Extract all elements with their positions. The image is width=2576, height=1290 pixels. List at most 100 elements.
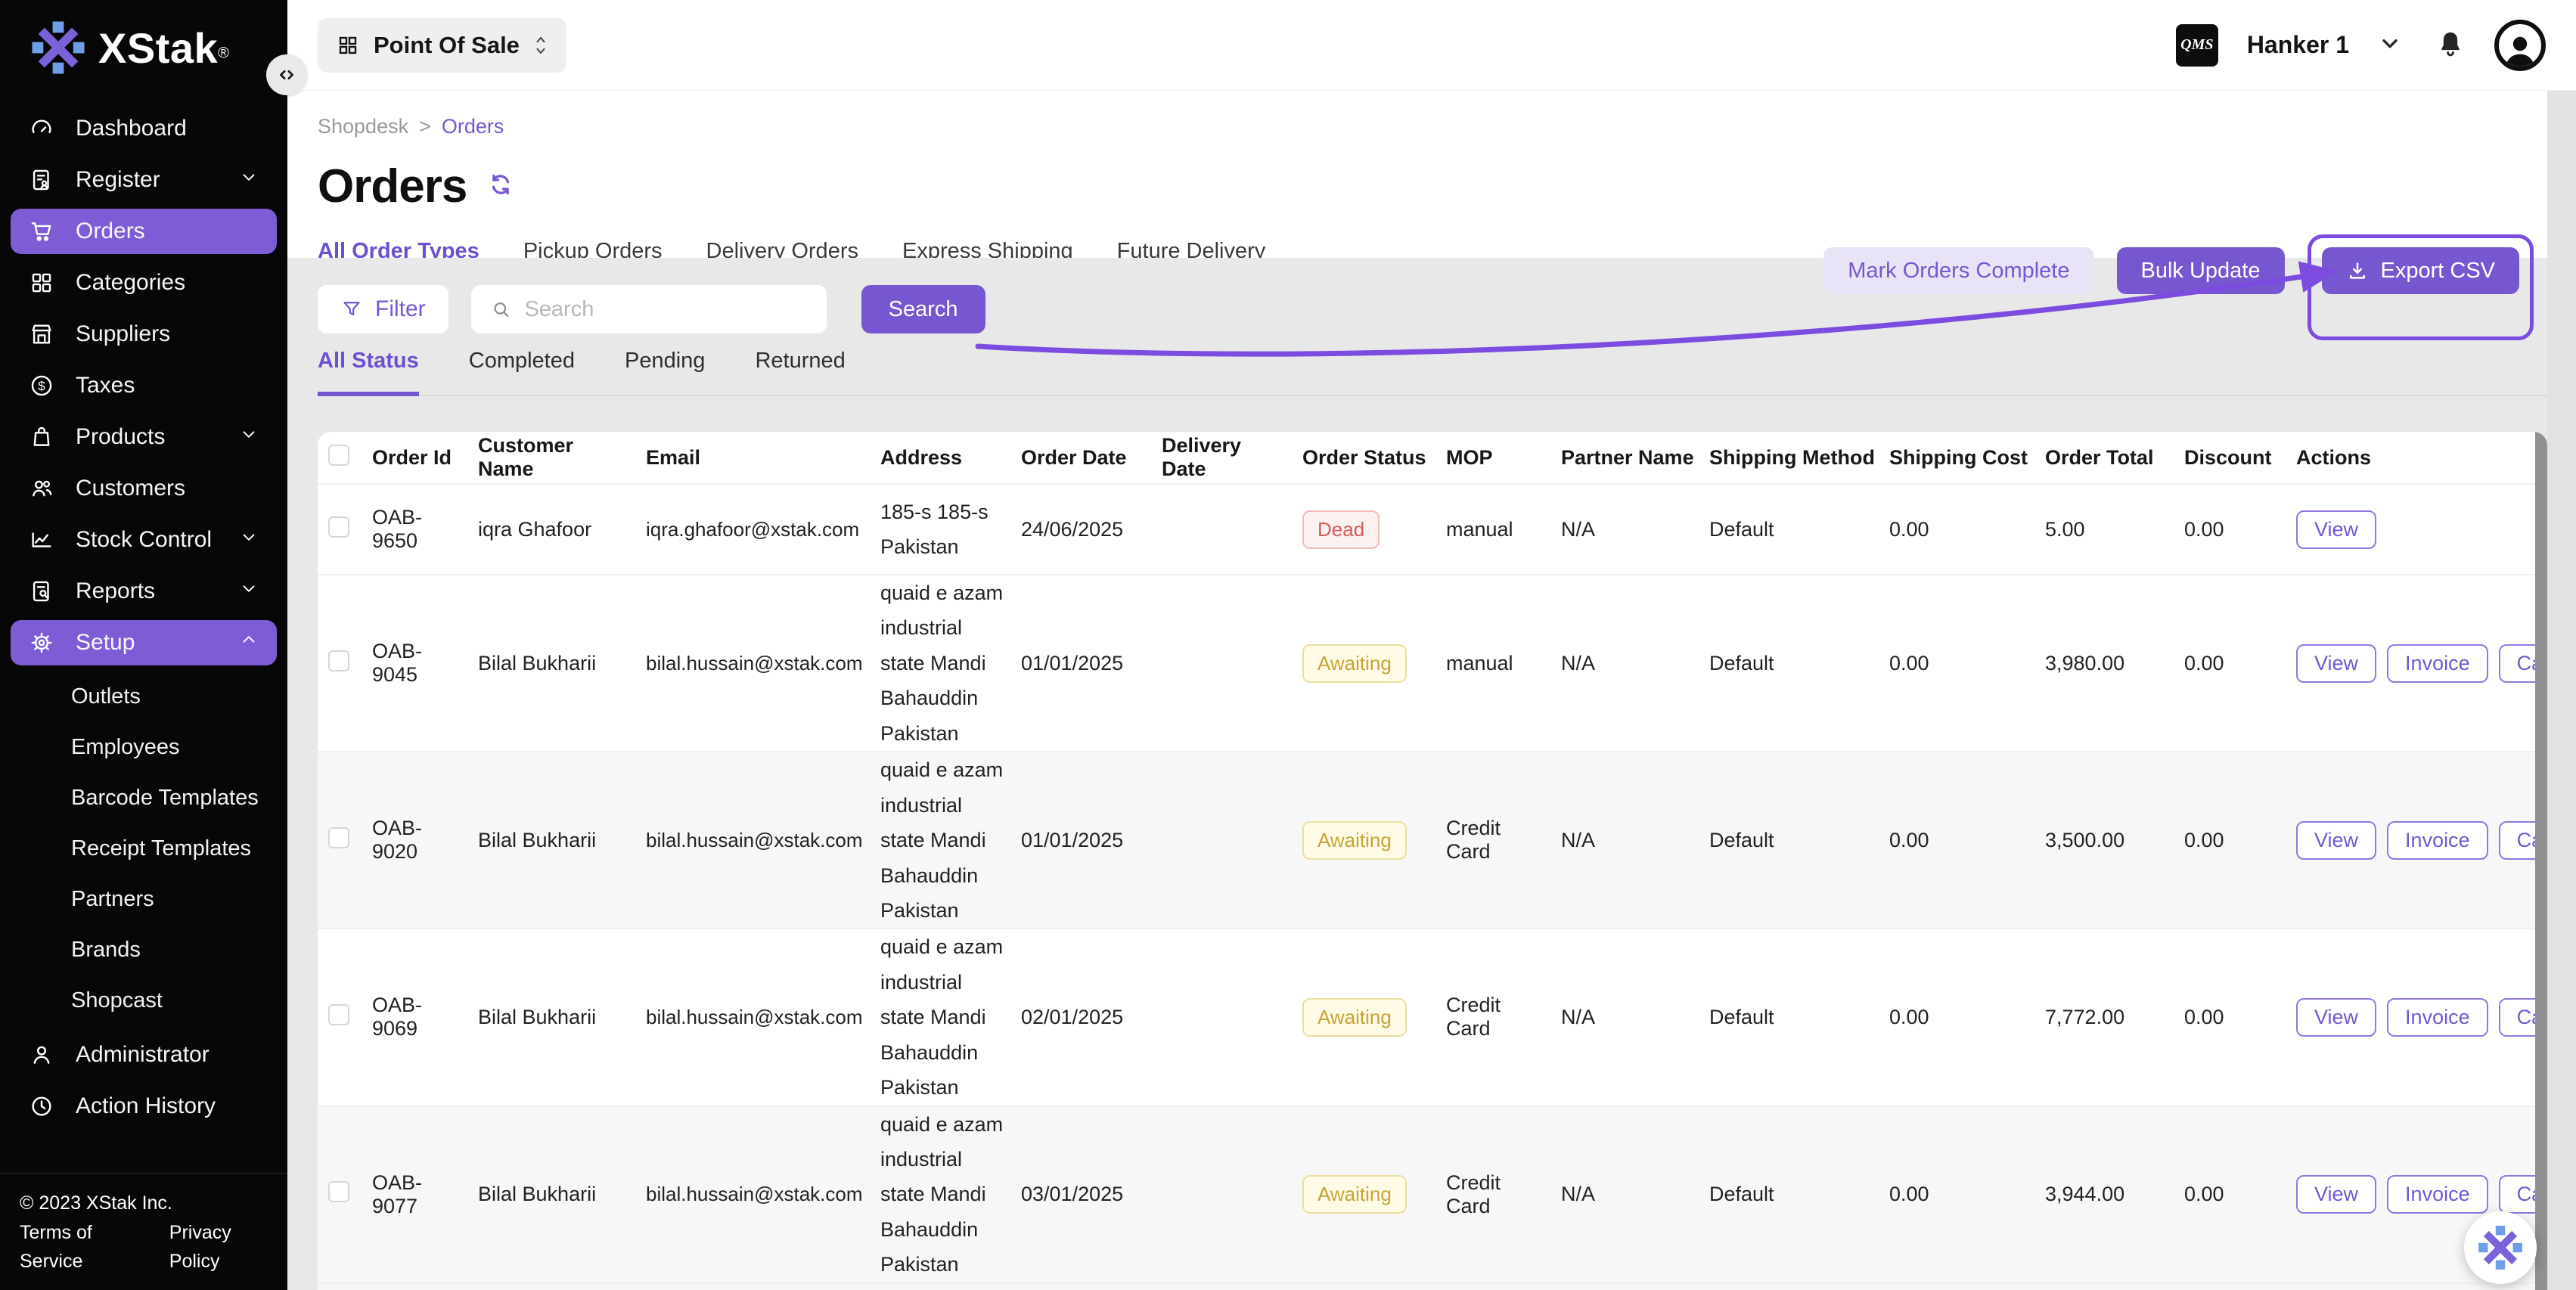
table-row: OAB-9650iqra Ghafooriqra.ghafoor@xstak.c… <box>318 483 2547 574</box>
sidebar-item-orders[interactable]: Orders <box>11 209 277 254</box>
column-header: Order Id <box>372 446 478 470</box>
sidebar-item-action-history[interactable]: Action History <box>11 1084 277 1129</box>
view-button[interactable]: View <box>2296 510 2376 549</box>
order-date: 02/01/2025 <box>1021 1006 1162 1029</box>
sidebar-item-partners[interactable]: Partners <box>0 874 287 925</box>
window-scrollbar[interactable] <box>2547 91 2576 1290</box>
column-header: Order Total <box>2045 446 2184 470</box>
brand-floating-badge[interactable] <box>2464 1211 2537 1284</box>
gear-icon <box>29 630 54 656</box>
customer-email: bilal.hussain@xstak.com <box>646 1183 880 1206</box>
tab-pending[interactable]: Pending <box>625 349 705 396</box>
funnel-icon <box>340 298 363 321</box>
privacy-link[interactable]: Privacy Policy <box>169 1218 268 1277</box>
main-content: Point Of Sale QMS Hanker 1 Sho <box>287 0 2576 1290</box>
sidebar-item-register[interactable]: Register <box>11 157 277 203</box>
order-status: Awaiting <box>1302 998 1446 1037</box>
sidebar-item-administrator[interactable]: Administrator <box>11 1032 277 1078</box>
sidebar-item-setup[interactable]: Setup <box>11 620 277 665</box>
order-total: 3,500.00 <box>2045 829 2184 852</box>
sidebar-item-taxes[interactable]: $ Taxes <box>11 363 277 408</box>
table-body: OAB-9650iqra Ghafooriqra.ghafoor@xstak.c… <box>318 483 2547 1290</box>
mop: Credit Card <box>1446 994 1561 1040</box>
order-date: 01/01/2025 <box>1021 652 1162 675</box>
row-checkbox[interactable] <box>328 827 349 848</box>
status-badge: Awaiting <box>1302 821 1407 860</box>
search-input[interactable] <box>524 297 806 322</box>
table-row: OAB-9020Bilal Bukhariibilal.hussain@xsta… <box>318 751 2547 928</box>
store-icon <box>29 321 54 347</box>
sidebar-item-categories[interactable]: Categories <box>11 260 277 305</box>
column-header: Discount <box>2184 446 2296 470</box>
page-title: Orders <box>318 160 467 213</box>
tab-all-status[interactable]: All Status <box>318 349 419 396</box>
sidebar-item-products[interactable]: Products <box>11 414 277 460</box>
customer-email: bilal.hussain@xstak.com <box>646 1006 880 1029</box>
select-all-checkbox[interactable] <box>328 445 349 466</box>
sidebar-collapse-button[interactable] <box>266 54 307 95</box>
setup-submenu: Outlets Employees Barcode Templates Rece… <box>0 671 287 1026</box>
sidebar-item-outlets[interactable]: Outlets <box>0 671 287 722</box>
table-header: Order Id Customer Name Email Address Ord… <box>318 432 2547 483</box>
view-button[interactable]: View <box>2296 1175 2376 1214</box>
sidebar-item-shopcast[interactable]: Shopcast <box>0 975 287 1026</box>
chevron-down-icon[interactable] <box>2378 31 2402 59</box>
report-icon <box>29 578 54 604</box>
sidebar-item-barcode-templates[interactable]: Barcode Templates <box>0 773 287 823</box>
sidebar-item-receipt-templates[interactable]: Receipt Templates <box>0 823 287 874</box>
partner-name: N/A <box>1561 1183 1709 1206</box>
row-actions: ViewInvoiceCancel <box>2296 998 2547 1037</box>
chevron-up-icon <box>239 630 259 656</box>
mop: Credit Card <box>1446 1171 1561 1218</box>
app-selector[interactable]: Point Of Sale <box>318 18 566 73</box>
tab-returned[interactable]: Returned <box>755 349 845 396</box>
sidebar-item-stock-control[interactable]: Stock Control <box>11 517 277 563</box>
shipping-method: Default <box>1709 1006 1889 1029</box>
status-badge: Awaiting <box>1302 1175 1407 1214</box>
table-row: OAB-quaid e azam industrialAwaitingViewI… <box>318 1282 2547 1290</box>
table-scrollbar[interactable] <box>2535 432 2547 1290</box>
chart-icon <box>29 527 54 553</box>
sidebar: XStak® Dashboard Register Orders Categor… <box>0 0 287 1290</box>
sidebar-item-customers[interactable]: Customers <box>11 466 277 511</box>
sidebar-item-dashboard[interactable]: Dashboard <box>11 106 277 151</box>
address: quaid e azam industrial state Mandi Baha… <box>880 1107 1021 1282</box>
refresh-icon[interactable] <box>486 170 515 203</box>
sidebar-item-reports[interactable]: Reports <box>11 569 277 614</box>
discount: 0.00 <box>2184 652 2296 675</box>
grid-icon <box>29 270 54 296</box>
terms-link[interactable]: Terms of Service <box>20 1218 138 1277</box>
sidebar-item-brands[interactable]: Brands <box>0 925 287 975</box>
order-date: 03/01/2025 <box>1021 1183 1162 1206</box>
sidebar-item-employees[interactable]: Employees <box>0 722 287 773</box>
row-checkbox[interactable] <box>328 1181 349 1202</box>
view-button[interactable]: View <box>2296 998 2376 1037</box>
view-button[interactable]: View <box>2296 821 2376 860</box>
filter-button[interactable]: Filter <box>318 285 448 333</box>
row-checkbox[interactable] <box>328 650 349 671</box>
mark-orders-complete-button[interactable]: Mark Orders Complete <box>1823 247 2093 294</box>
row-actions: View <box>2296 510 2519 549</box>
customer-name: Bilal Bukharii <box>478 652 646 675</box>
invoice-button[interactable]: Invoice <box>2387 998 2488 1037</box>
row-checkbox[interactable] <box>328 1004 349 1025</box>
person-icon <box>2502 30 2538 67</box>
row-checkbox[interactable] <box>328 516 349 538</box>
invoice-button[interactable]: Invoice <box>2387 644 2488 683</box>
shipping-method: Default <box>1709 518 1889 541</box>
search-button[interactable]: Search <box>861 285 985 333</box>
order-id: OAB-9020 <box>372 817 478 864</box>
sidebar-item-suppliers[interactable]: Suppliers <box>11 312 277 357</box>
bell-icon[interactable] <box>2435 28 2466 62</box>
invoice-button[interactable]: Invoice <box>2387 821 2488 860</box>
column-header: Email <box>646 446 880 470</box>
breadcrumb-parent[interactable]: Shopdesk <box>318 115 408 138</box>
view-button[interactable]: View <box>2296 644 2376 683</box>
export-csv-button[interactable]: Export CSV <box>2322 247 2520 294</box>
avatar[interactable] <box>2494 20 2546 71</box>
tab-completed[interactable]: Completed <box>469 349 575 396</box>
order-id: OAB-9045 <box>372 640 478 687</box>
discount: 0.00 <box>2184 829 2296 852</box>
bulk-update-button[interactable]: Bulk Update <box>2117 247 2285 294</box>
invoice-button[interactable]: Invoice <box>2387 1175 2488 1214</box>
